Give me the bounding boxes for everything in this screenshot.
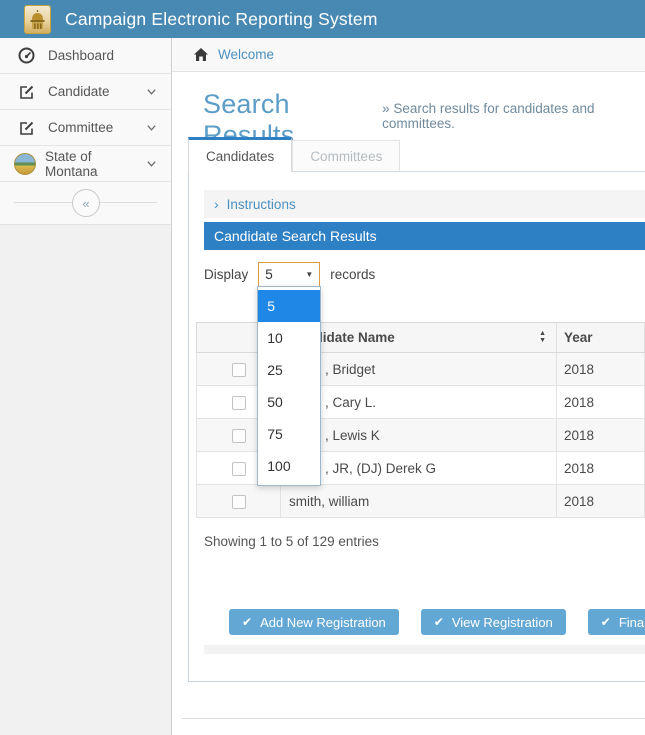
candidates-tab-pane: › Instructions Candidate Search Results … — [188, 172, 645, 682]
records-select-wrap: 5 ▼ 5 10 25 50 75 100 — [258, 262, 320, 287]
page-subtitle: » Search results for candidates and comm… — [382, 101, 645, 131]
records-dropdown: 5 10 25 50 75 100 — [257, 286, 321, 486]
candidate-search-results-header: Candidate Search Results — [204, 222, 645, 250]
chevron-down-icon — [146, 122, 157, 133]
sidebar-item-candidate[interactable]: Candidate — [0, 74, 171, 110]
chevron-down-icon — [146, 158, 157, 169]
dropdown-option-10[interactable]: 10 — [258, 322, 320, 354]
sidebar: Dashboard Candidate — [0, 38, 172, 735]
sidebar-item-committee[interactable]: Committee — [0, 110, 171, 146]
sort-icon[interactable]: ▲ ▼ — [539, 330, 546, 344]
table-row: smith, william 2018 — [197, 485, 645, 518]
sidebar-menu: Dashboard Candidate — [0, 38, 171, 225]
candidate-name-cell: , Bridget — [281, 353, 557, 386]
records-label: records — [330, 267, 375, 282]
montana-seal-icon — [14, 153, 36, 175]
page-head: Search Results » Search results for cand… — [172, 72, 645, 137]
display-records-control: Display 5 ▼ 5 10 25 50 75 100 reco — [204, 262, 645, 287]
candidate-name-cell: smith, william — [281, 485, 557, 518]
app-window: Campaign Electronic Reporting System Das… — [0, 0, 645, 735]
button-label: View Registration — [452, 615, 553, 630]
button-label: Finance Reports — [619, 615, 645, 630]
tab-candidates[interactable]: Candidates — [188, 137, 292, 172]
year-cell: 2018 — [557, 485, 645, 518]
sort-up-arrow: ▲ — [539, 330, 546, 337]
action-buttons-row: ✔ Add New Registration ✔ View Registrati… — [229, 609, 645, 635]
display-label: Display — [204, 267, 248, 282]
sidebar-item-label: Dashboard — [48, 48, 157, 63]
sidebar-item-label: State of Montana — [45, 149, 146, 179]
dropdown-option-50[interactable]: 50 — [258, 386, 320, 418]
dropdown-option-5[interactable]: 5 — [258, 290, 320, 322]
records-select-value: 5 — [265, 267, 273, 282]
sidebar-collapse-row: « — [0, 182, 171, 225]
candidate-name-cell: , Lewis K — [281, 419, 557, 452]
tab-bar: Candidates Committees — [188, 137, 645, 172]
row-checkbox[interactable] — [232, 396, 246, 410]
candidate-name-column-header[interactable]: Candidate Name ▲ ▼ — [281, 323, 557, 353]
instructions-bar: › Instructions — [204, 190, 645, 218]
records-select[interactable]: 5 ▼ — [258, 262, 320, 287]
year-cell: 2018 — [557, 353, 645, 386]
panel-footer-strip — [204, 645, 645, 654]
chevron-right-icon: › — [214, 196, 219, 212]
year-cell: 2018 — [557, 386, 645, 419]
dropdown-option-75[interactable]: 75 — [258, 418, 320, 450]
tab-committees[interactable]: Committees — [292, 140, 400, 171]
table-summary: Showing 1 to 5 of 129 entries — [204, 534, 645, 549]
sidebar-item-state-of-montana[interactable]: State of Montana — [0, 146, 171, 182]
sidebar-item-label: Committee — [48, 120, 146, 135]
row-checkbox[interactable] — [232, 462, 246, 476]
add-new-registration-button[interactable]: ✔ Add New Registration — [229, 609, 399, 635]
row-checkbox[interactable] — [232, 429, 246, 443]
check-icon: ✔ — [601, 615, 611, 629]
breadcrumb-welcome-link[interactable]: Welcome — [193, 47, 274, 62]
select-arrow-icon: ▼ — [305, 270, 313, 279]
breadcrumb: Welcome — [172, 38, 645, 72]
dropdown-option-25[interactable]: 25 — [258, 354, 320, 386]
app-title: Campaign Electronic Reporting System — [65, 9, 378, 30]
check-icon: ✔ — [434, 615, 444, 629]
sidebar-collapse-button[interactable]: « — [72, 189, 100, 217]
footer-divider — [182, 718, 645, 719]
year-cell: 2018 — [557, 419, 645, 452]
dropdown-option-100[interactable]: 100 — [258, 450, 320, 482]
view-registration-button[interactable]: ✔ View Registration — [421, 609, 566, 635]
edit-icon — [18, 119, 35, 136]
capitol-logo-icon — [24, 5, 51, 34]
check-icon: ✔ — [242, 615, 252, 629]
candidate-name-cell: , JR, (DJ) Derek G — [281, 452, 557, 485]
sidebar-item-label: Candidate — [48, 84, 146, 99]
breadcrumb-label: Welcome — [218, 47, 274, 62]
chevron-down-icon — [146, 86, 157, 97]
candidate-name-cell: , Cary L. — [281, 386, 557, 419]
edit-icon — [18, 83, 35, 100]
gauge-icon — [18, 47, 35, 64]
instructions-link[interactable]: Instructions — [227, 197, 296, 212]
capitol-dome-icon — [28, 9, 47, 30]
row-checkbox[interactable] — [232, 363, 246, 377]
button-label: Add New Registration — [260, 615, 386, 630]
sort-down-arrow: ▼ — [539, 337, 546, 344]
home-icon — [193, 47, 209, 62]
year-column-header[interactable]: Year — [557, 323, 645, 353]
main-content: Welcome Search Results » Search results … — [172, 38, 645, 735]
finance-reports-button[interactable]: ✔ Finance Reports — [588, 609, 645, 635]
year-cell: 2018 — [557, 452, 645, 485]
sidebar-item-dashboard[interactable]: Dashboard — [0, 38, 171, 74]
row-checkbox[interactable] — [232, 495, 246, 509]
top-header-bar: Campaign Electronic Reporting System — [0, 0, 645, 38]
